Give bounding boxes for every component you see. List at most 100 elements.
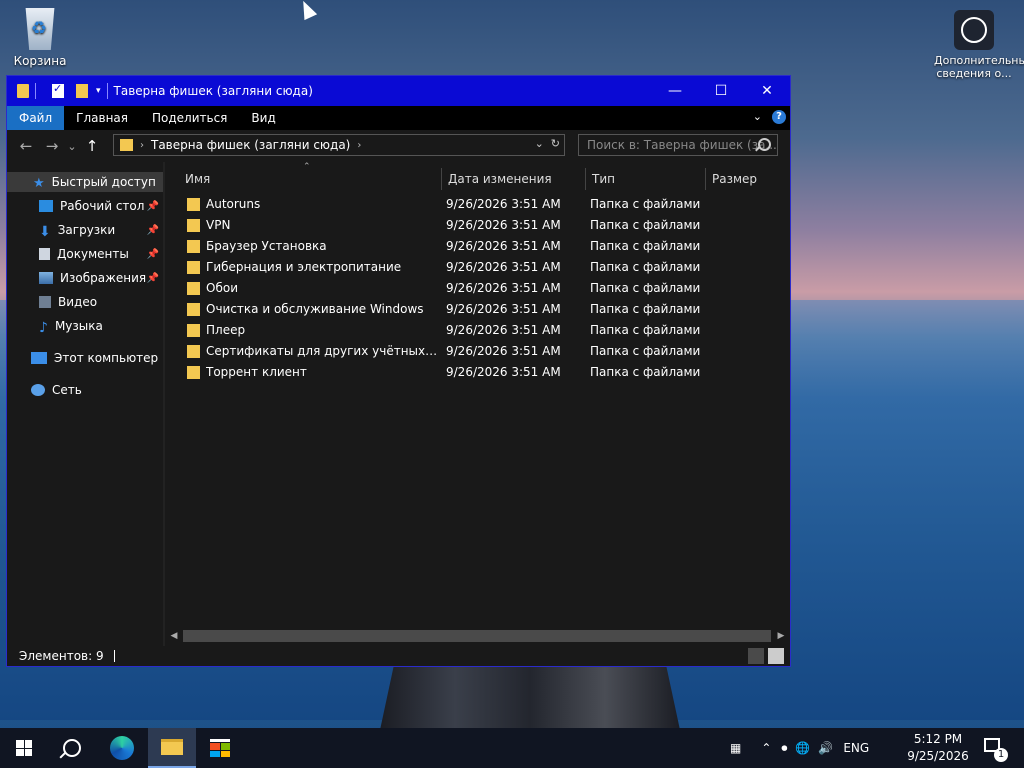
up-button[interactable]: ↑ xyxy=(79,137,105,155)
file-name: Гибернация и электропитание xyxy=(206,260,402,274)
sidebar-item-label: Документы xyxy=(57,247,129,261)
horizontal-scrollbar[interactable]: ◀ ▶ xyxy=(165,628,790,645)
tab-file[interactable]: Файл xyxy=(7,106,65,130)
folder-icon xyxy=(187,261,200,274)
new-folder-icon[interactable] xyxy=(76,84,88,98)
separator xyxy=(35,83,36,99)
scroll-left-icon[interactable]: ◀ xyxy=(165,628,183,645)
table-row[interactable]: Autoruns 9/26/2026 3:51 AM Папка с файла… xyxy=(165,194,790,215)
news-icon[interactable]: ▦ xyxy=(730,741,741,755)
table-row[interactable]: Сертификаты для других учётных запи... 9… xyxy=(165,341,790,362)
recycle-bin-label: Корзина xyxy=(13,54,67,68)
table-row[interactable]: Плеер 9/26/2026 3:51 AM Папка с файлами xyxy=(165,320,790,341)
desktop-info-shortcut[interactable]: Дополнительные сведения о... xyxy=(934,10,1024,80)
pin-icon[interactable]: 📌 xyxy=(147,273,159,284)
sidebar-item-label: Музыка xyxy=(54,319,103,333)
desktop-wallpaper-pier xyxy=(380,660,680,730)
network-icon[interactable]: 🌐 xyxy=(795,741,810,755)
taskbar: ▦ ⌃ ⏺ 🌐 🔊 ENG 5:12 PM 9/25/2026 1 xyxy=(0,728,1024,768)
folder-icon xyxy=(187,282,200,295)
maximize-button[interactable]: ☐ xyxy=(698,76,744,106)
navigation-pane: ★ Быстрый доступ Рабочий стол 📌 ⬇ Загруз… xyxy=(7,162,163,646)
edge-button[interactable] xyxy=(98,728,146,768)
column-header-name[interactable]: Имя xyxy=(179,168,441,190)
scrollbar-thumb[interactable] xyxy=(183,630,771,642)
column-header-size[interactable]: Размер xyxy=(705,168,785,190)
table-row[interactable]: Очистка и обслуживание Windows 9/26/2026… xyxy=(165,299,790,320)
desktop-recycle-bin[interactable]: Корзина xyxy=(12,8,68,68)
chevron-right-icon[interactable]: › xyxy=(357,140,361,151)
ribbon-expand-icon[interactable]: ⌄ xyxy=(753,110,762,123)
address-controls[interactable]: ⌄ ↻ xyxy=(535,137,560,150)
column-header-date[interactable]: Дата изменения xyxy=(441,168,585,190)
address-path[interactable]: Таверна фишек (загляни сюда) xyxy=(151,138,350,152)
file-date: 9/26/2026 3:51 AM xyxy=(446,260,561,274)
table-row[interactable]: VPN 9/26/2026 3:51 AM Папка с файлами xyxy=(165,215,790,236)
tab-view[interactable]: Вид xyxy=(239,106,287,130)
sidebar-item-documents[interactable]: Документы 📌 xyxy=(39,244,163,264)
search-input[interactable]: Поиск в: Таверна фишек (за... xyxy=(578,134,778,156)
start-button[interactable] xyxy=(0,728,48,768)
title-bar[interactable]: ▾ Таверна фишек (загляни сюда) — ☐ ✕ xyxy=(7,76,790,106)
sidebar-item-this-pc[interactable]: Этот компьютер xyxy=(31,348,163,368)
back-button[interactable]: ← xyxy=(13,137,39,155)
pin-icon[interactable]: 📌 xyxy=(147,225,159,236)
table-row[interactable]: Браузер Установка 9/26/2026 3:51 AM Папк… xyxy=(165,236,790,257)
sidebar-item-quick-access[interactable]: ★ Быстрый доступ xyxy=(7,172,163,192)
file-type: Папка с файлами xyxy=(590,302,701,316)
table-row[interactable]: Торрент клиент 9/26/2026 3:51 AM Папка с… xyxy=(165,362,790,383)
clock-time: 5:12 PM xyxy=(913,732,963,746)
chevron-up-icon[interactable]: ⌃ xyxy=(761,741,771,755)
file-date: 9/26/2026 3:51 AM xyxy=(446,302,561,316)
large-icons-view-icon[interactable] xyxy=(768,648,784,664)
search-icon[interactable] xyxy=(758,138,771,151)
windows-logo-icon xyxy=(16,740,32,756)
file-name: Торрент клиент xyxy=(206,365,307,379)
scroll-right-icon[interactable]: ▶ xyxy=(772,628,790,645)
meet-icon[interactable]: ⏺ xyxy=(781,741,787,756)
folder-icon xyxy=(187,345,200,358)
sidebar-item-pictures[interactable]: Изображения 📌 xyxy=(39,268,163,288)
file-type: Папка с файлами xyxy=(590,218,701,232)
sidebar-item-video[interactable]: Видео xyxy=(39,292,163,312)
clock[interactable]: 5:12 PM 9/25/2026 xyxy=(902,731,974,765)
recent-locations-button[interactable]: ⌄ xyxy=(65,140,79,153)
minimize-button[interactable]: — xyxy=(652,76,698,106)
store-button[interactable] xyxy=(196,728,244,768)
column-header-type[interactable]: Тип xyxy=(585,168,705,190)
table-row[interactable]: Гибернация и электропитание 9/26/2026 3:… xyxy=(165,257,790,278)
video-icon xyxy=(39,296,51,308)
search-button[interactable] xyxy=(48,728,96,768)
help-icon[interactable]: ? xyxy=(772,110,786,124)
file-explorer-button[interactable] xyxy=(148,728,196,768)
sidebar-item-downloads[interactable]: ⬇ Загрузки 📌 xyxy=(39,220,163,240)
file-explorer-icon xyxy=(161,739,183,755)
download-icon: ⬇ xyxy=(39,224,51,240)
folder-icon xyxy=(187,198,200,211)
forward-button[interactable]: → xyxy=(39,137,65,155)
chevron-right-icon[interactable]: › xyxy=(140,140,144,151)
items-count: Элементов: 9 xyxy=(19,649,104,663)
sidebar-item-desktop[interactable]: Рабочий стол 📌 xyxy=(39,196,163,216)
sidebar-item-label: Загрузки xyxy=(57,223,116,237)
file-date: 9/26/2026 3:51 AM xyxy=(446,344,561,358)
details-view-icon[interactable] xyxy=(748,648,764,664)
close-button[interactable]: ✕ xyxy=(744,76,790,106)
mouse-cursor-icon xyxy=(296,0,318,21)
language-indicator[interactable]: ENG xyxy=(843,741,869,755)
file-type: Папка с файлами xyxy=(590,239,701,253)
sidebar-item-music[interactable]: ♪ Музыка xyxy=(39,316,163,336)
pin-icon[interactable]: 📌 xyxy=(147,201,159,212)
tab-share[interactable]: Поделиться xyxy=(140,106,239,130)
sidebar-item-network[interactable]: Сеть xyxy=(31,380,163,400)
tab-home[interactable]: Главная xyxy=(64,106,140,130)
address-bar[interactable]: › Таверна фишек (загляни сюда) › ⌄ ↻ xyxy=(113,134,565,156)
sidebar-item-label: Сеть xyxy=(52,383,82,397)
pin-icon[interactable]: 📌 xyxy=(147,249,159,260)
volume-icon[interactable]: 🔊 xyxy=(818,741,833,755)
table-row[interactable]: Обои 9/26/2026 3:51 AM Папка с файлами xyxy=(165,278,790,299)
quick-access-toolbar-dropdown-icon[interactable]: ▾ xyxy=(96,86,101,96)
file-name: Обои xyxy=(206,281,238,295)
properties-icon[interactable] xyxy=(52,82,64,98)
folder-icon xyxy=(187,240,200,253)
